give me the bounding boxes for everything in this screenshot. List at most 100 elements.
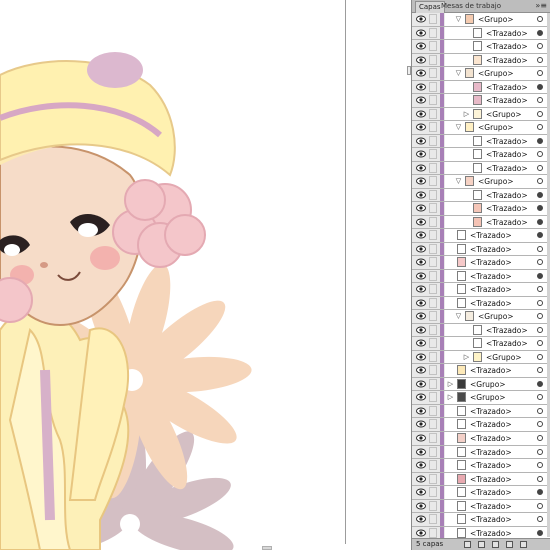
layer-name[interactable]: <Trazado> xyxy=(486,149,528,160)
target-circle-icon[interactable] xyxy=(537,448,543,455)
target-circle-icon[interactable] xyxy=(537,394,543,401)
visibility-eye-icon[interactable] xyxy=(416,258,426,266)
target-circle-icon[interactable] xyxy=(537,286,543,293)
visibility-eye-icon[interactable] xyxy=(416,218,426,226)
lock-toggle[interactable] xyxy=(429,135,437,146)
layer-name[interactable]: <Grupo> xyxy=(470,392,506,403)
layer-name[interactable]: <Trazado> xyxy=(486,136,528,147)
target-circle-icon[interactable] xyxy=(537,205,543,212)
visibility-eye-icon[interactable] xyxy=(416,272,426,280)
lock-toggle[interactable] xyxy=(429,419,437,430)
layer-row[interactable]: <Trazado> xyxy=(412,364,550,378)
trash-icon[interactable] xyxy=(520,541,527,548)
lock-toggle[interactable] xyxy=(429,27,437,38)
visibility-eye-icon[interactable] xyxy=(416,150,426,158)
layer-name[interactable]: <Grupo> xyxy=(470,379,506,390)
layer-row[interactable]: <Trazado> xyxy=(412,404,550,419)
layer-name[interactable]: <Trazado> xyxy=(486,190,528,201)
lock-toggle[interactable] xyxy=(429,338,437,349)
target-circle-icon[interactable] xyxy=(537,407,543,414)
target-circle-icon[interactable] xyxy=(537,340,543,347)
visibility-eye-icon[interactable] xyxy=(416,488,426,496)
target-circle-icon[interactable] xyxy=(537,191,543,198)
target-circle-icon[interactable] xyxy=(537,516,543,523)
lock-toggle[interactable] xyxy=(429,297,437,308)
visibility-eye-icon[interactable] xyxy=(416,137,426,145)
target-circle-icon[interactable] xyxy=(537,56,543,63)
layer-row[interactable]: <Trazado> xyxy=(412,431,550,446)
visibility-eye-icon[interactable] xyxy=(416,312,426,320)
target-circle-icon[interactable] xyxy=(537,299,543,306)
lock-toggle[interactable] xyxy=(429,487,437,498)
layer-row[interactable]: <Trazado> xyxy=(412,337,550,351)
visibility-eye-icon[interactable] xyxy=(416,231,426,239)
lock-toggle[interactable] xyxy=(429,500,437,511)
target-circle-icon[interactable] xyxy=(537,489,543,496)
layer-name[interactable]: <Grupo> xyxy=(478,176,514,187)
target-circle-icon[interactable] xyxy=(537,29,543,36)
layer-name[interactable]: <Trazado> xyxy=(470,406,512,417)
layer-row[interactable]: <Trazado> xyxy=(412,459,550,473)
visibility-eye-icon[interactable] xyxy=(416,177,426,185)
collapse-triangle-icon[interactable]: ▽ xyxy=(455,16,462,23)
layer-name[interactable]: <Grupo> xyxy=(478,122,514,133)
layer-row[interactable]: <Trazado> xyxy=(412,256,550,270)
layer-row[interactable]: <Trazado> xyxy=(412,513,550,527)
target-circle-icon[interactable] xyxy=(537,502,543,509)
target-circle-icon[interactable] xyxy=(537,43,543,50)
visibility-eye-icon[interactable] xyxy=(416,339,426,347)
layer-row[interactable]: <Trazado> xyxy=(412,269,550,284)
visibility-eye-icon[interactable] xyxy=(416,475,426,483)
visibility-eye-icon[interactable] xyxy=(416,245,426,253)
horizontal-scroll-marker[interactable] xyxy=(262,546,272,550)
layer-row[interactable]: <Trazado> xyxy=(412,445,550,460)
lock-toggle[interactable] xyxy=(429,324,437,335)
visibility-eye-icon[interactable] xyxy=(416,69,426,77)
lock-toggle[interactable] xyxy=(429,203,437,214)
lock-toggle[interactable] xyxy=(429,270,437,281)
layer-row[interactable]: ▷ <Grupo> xyxy=(412,377,550,392)
expand-triangle-icon[interactable]: ▷ xyxy=(447,380,454,388)
expand-triangle-icon[interactable]: ▷ xyxy=(463,353,470,361)
target-circle-icon[interactable] xyxy=(537,16,543,22)
layer-row[interactable]: ▽ <Grupo> xyxy=(412,310,550,324)
target-circle-icon[interactable] xyxy=(537,124,543,131)
layer-row[interactable]: <Trazado> xyxy=(412,80,550,95)
layer-name[interactable]: <Trazado> xyxy=(486,95,528,106)
lock-toggle[interactable] xyxy=(429,14,437,24)
layer-row[interactable]: ▷ <Grupo> xyxy=(412,350,550,365)
target-circle-icon[interactable] xyxy=(537,97,543,104)
layer-row[interactable]: ▽ <Grupo> xyxy=(412,175,550,189)
target-circle-icon[interactable] xyxy=(537,434,543,441)
layer-name[interactable]: <Grupo> xyxy=(478,311,514,322)
visibility-eye-icon[interactable] xyxy=(416,83,426,91)
layer-row[interactable]: <Trazado> xyxy=(412,323,550,338)
visibility-eye-icon[interactable] xyxy=(416,42,426,50)
layer-row[interactable]: <Trazado> xyxy=(412,229,550,243)
layer-name[interactable]: <Grupo> xyxy=(478,68,514,79)
lock-toggle[interactable] xyxy=(429,230,437,241)
layer-name[interactable]: <Trazado> xyxy=(486,338,528,349)
visibility-eye-icon[interactable] xyxy=(416,204,426,212)
layer-row[interactable]: <Trazado> xyxy=(412,202,550,216)
target-circle-icon[interactable] xyxy=(537,475,543,482)
layer-row[interactable]: <Trazado> xyxy=(412,215,550,230)
layer-row[interactable]: <Trazado> xyxy=(412,486,550,500)
visibility-eye-icon[interactable] xyxy=(416,123,426,131)
target-circle-icon[interactable] xyxy=(537,259,543,266)
lock-toggle[interactable] xyxy=(429,122,437,133)
layer-name[interactable]: <Trazado> xyxy=(486,28,528,39)
visibility-eye-icon[interactable] xyxy=(416,407,426,415)
target-circle-icon[interactable] xyxy=(537,110,543,117)
lock-toggle[interactable] xyxy=(429,216,437,227)
layer-name[interactable]: <Trazado> xyxy=(470,419,512,430)
layer-name[interactable]: <Grupo> xyxy=(486,109,522,120)
visibility-eye-icon[interactable] xyxy=(416,353,426,361)
target-circle-icon[interactable] xyxy=(537,353,543,360)
layer-row[interactable]: ▽ <Grupo> xyxy=(412,13,550,27)
layer-name[interactable]: <Trazado> xyxy=(470,447,512,458)
layer-row[interactable]: <Trazado> xyxy=(412,26,550,41)
lock-toggle[interactable] xyxy=(429,514,437,525)
lock-toggle[interactable] xyxy=(429,162,437,173)
visibility-eye-icon[interactable] xyxy=(416,15,426,23)
